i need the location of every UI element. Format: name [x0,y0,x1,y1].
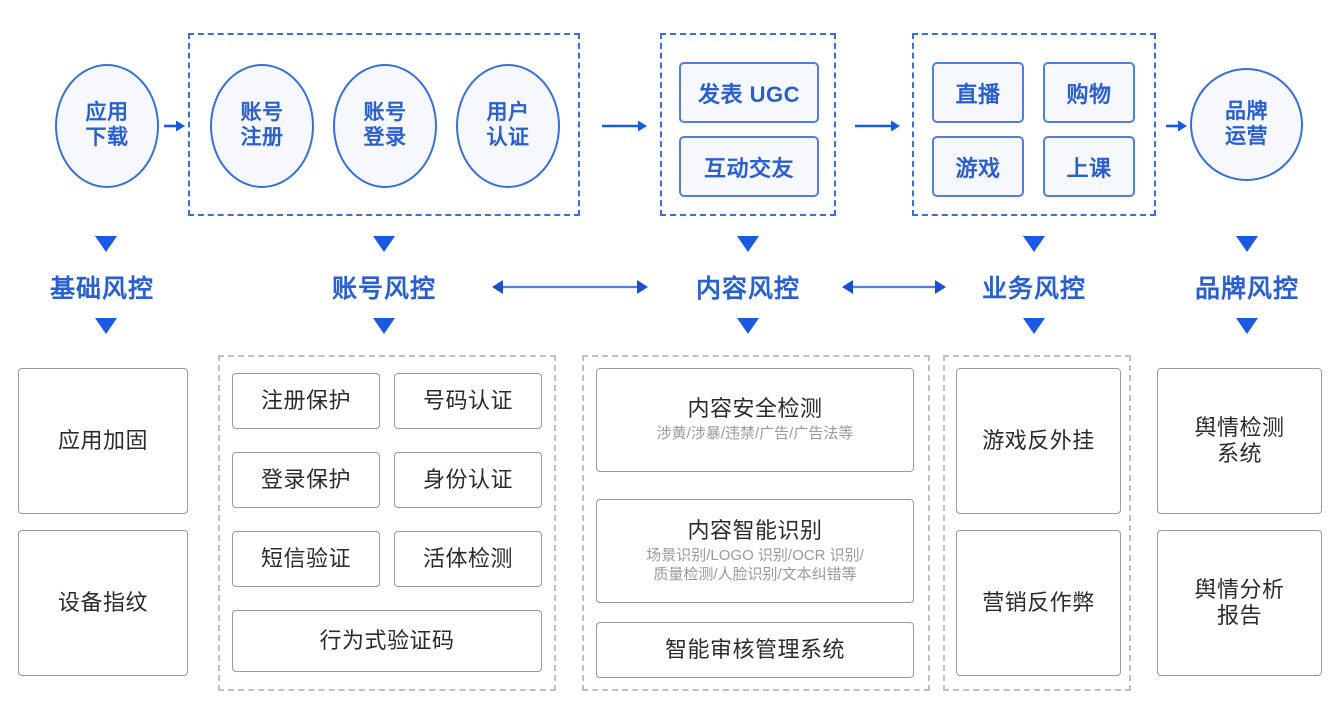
node-interaction-friends[interactable]: 互动交友 [679,136,819,197]
card-content-smart-recognition[interactable]: 内容智能识别 场景识别/LOGO 识别/OCR 识别/ 质量检测/人脸识别/文本… [596,499,914,603]
arrow-bidirectional-account-content [492,280,648,294]
triangle-down-icon-account-bottom [373,318,395,334]
node-online-class[interactable]: 上课 [1043,136,1135,197]
line-2: 运营 [1225,124,1268,148]
label-account-risk-control-text: 账号风控 [331,275,436,303]
label-account-risk-control[interactable]: 账号风控 [308,268,460,306]
node-brand-operations-label: 品牌 运营 [1225,100,1268,150]
card-number-auth[interactable]: 号码认证 [394,373,542,429]
card-sms-verification-title: 短信验证 [260,545,351,571]
arrow-stage3-to-stage4 [855,120,900,132]
card-register-protection[interactable]: 注册保护 [232,373,380,429]
card-sentiment-monitoring-system[interactable]: 舆情检测 系统 [1157,368,1322,514]
card-content-safety-detection-title: 内容安全检测 [687,395,823,421]
triangle-down-icon-content-top [737,236,759,252]
card-liveness-detection-title: 活体检测 [422,545,513,571]
diagram-canvas: 应用 下载 账号 注册 账号 登录 用户 认证 发表 UGC 互动交友 直播 购… [0,0,1339,711]
node-publish-ugc-label: 发表 UGC [697,81,800,107]
card-sentiment-analysis-report-title: 舆情分析 报告 [1194,577,1284,630]
card-behavioral-captcha[interactable]: 行为式验证码 [232,610,542,672]
card-device-fingerprint-title: 设备指纹 [57,589,148,615]
line-1: 舆情检测 [1194,414,1285,440]
line-1: 品牌 [1225,99,1268,123]
card-app-hardening-title: 应用加固 [57,427,148,453]
arrow-stage4-to-stage5 [1166,120,1187,132]
card-sms-verification[interactable]: 短信验证 [232,531,380,587]
card-login-protection[interactable]: 登录保护 [232,452,380,508]
node-live-streaming[interactable]: 直播 [932,62,1024,123]
card-register-protection-title: 注册保护 [260,387,351,413]
line-1: 舆情分析 [1194,576,1285,602]
card-content-safety-detection[interactable]: 内容安全检测 涉黄/涉暴/违禁/广告/广告法等 [596,368,914,472]
node-account-register-label: 账号 注册 [241,101,284,151]
card-app-hardening[interactable]: 应用加固 [18,368,188,514]
node-gaming-label: 游戏 [955,155,1001,181]
card-content-safety-detection-sub: 涉黄/涉暴/违禁/广告/广告法等 [656,425,854,443]
label-business-risk-control[interactable]: 业务风控 [958,268,1110,306]
node-account-login-label: 账号 登录 [364,101,407,151]
node-account-register[interactable]: 账号 注册 [210,64,314,188]
line-2: 下载 [85,126,129,149]
label-basic-risk-control-text: 基础风控 [49,275,154,303]
card-game-anti-cheat-title: 游戏反外挂 [982,427,1095,453]
card-sentiment-monitoring-system-title: 舆情检测 系统 [1194,415,1284,468]
card-marketing-anti-fraud[interactable]: 营销反作弊 [956,530,1121,676]
node-brand-operations[interactable]: 品牌 运营 [1190,68,1303,181]
card-identity-auth[interactable]: 身份认证 [394,452,542,508]
sub-line-1: 场景识别/LOGO 识别/OCR 识别/ [646,546,864,564]
label-content-risk-control[interactable]: 内容风控 [672,268,824,306]
node-user-auth[interactable]: 用户 认证 [456,64,560,188]
sub-line-2: 质量检测/人脸识别/文本纠错等 [653,565,857,583]
line-1: 账号 [363,101,407,125]
card-smart-review-system[interactable]: 智能审核管理系统 [596,622,914,678]
label-content-risk-control-text: 内容风控 [695,275,800,303]
triangle-down-icon-basic-bottom [95,318,117,334]
arrow-stage2-to-stage3 [602,120,647,132]
line-1: 账号 [240,101,284,125]
line-1: 用户 [486,101,530,125]
triangle-down-icon-brand-top [1236,236,1258,252]
arrow-stage1-to-stage2 [164,120,185,132]
card-identity-auth-title: 身份认证 [422,466,513,492]
triangle-down-icon-content-bottom [737,318,759,334]
node-app-download[interactable]: 应用 下载 [55,64,159,188]
line-2: 报告 [1216,603,1262,628]
line-1: 应用 [85,101,129,125]
card-game-anti-cheat[interactable]: 游戏反外挂 [956,368,1121,514]
node-account-login[interactable]: 账号 登录 [333,64,437,188]
node-publish-ugc[interactable]: 发表 UGC [679,62,819,123]
card-number-auth-title: 号码认证 [422,387,513,413]
arrow-bidirectional-content-business [842,280,946,294]
card-marketing-anti-fraud-title: 营销反作弊 [982,589,1095,615]
line-2: 系统 [1216,441,1262,466]
node-live-streaming-label: 直播 [955,81,1001,107]
triangle-down-icon-brand-bottom [1236,318,1258,334]
card-device-fingerprint[interactable]: 设备指纹 [18,530,188,676]
triangle-down-icon-basic-top [95,236,117,252]
node-online-class-label: 上课 [1066,155,1112,181]
node-app-download-label: 应用 下载 [86,101,129,151]
card-content-smart-recognition-title: 内容智能识别 [687,517,823,543]
card-smart-review-system-title: 智能审核管理系统 [664,636,845,662]
line-2: 登录 [363,126,407,149]
card-content-smart-recognition-sub: 场景识别/LOGO 识别/OCR 识别/ 质量检测/人脸识别/文本纠错等 [646,547,864,585]
card-liveness-detection[interactable]: 活体检测 [394,531,542,587]
card-behavioral-captcha-title: 行为式验证码 [319,627,455,653]
card-login-protection-title: 登录保护 [260,466,351,492]
triangle-down-icon-account-top [373,236,395,252]
node-shopping[interactable]: 购物 [1043,62,1135,123]
line-2: 认证 [486,126,530,149]
card-sentiment-analysis-report[interactable]: 舆情分析 报告 [1157,530,1322,676]
node-gaming[interactable]: 游戏 [932,136,1024,197]
triangle-down-icon-business-bottom [1023,318,1045,334]
label-business-risk-control-text: 业务风控 [981,275,1086,303]
node-interaction-friends-label: 互动交友 [703,155,794,181]
node-shopping-label: 购物 [1066,81,1112,107]
label-brand-risk-control-text: 品牌风控 [1194,275,1299,303]
line-2: 注册 [240,126,284,149]
label-brand-risk-control[interactable]: 品牌风控 [1171,268,1323,306]
node-user-auth-label: 用户 认证 [487,101,530,151]
triangle-down-icon-business-top [1023,236,1045,252]
label-basic-risk-control[interactable]: 基础风控 [26,268,178,306]
